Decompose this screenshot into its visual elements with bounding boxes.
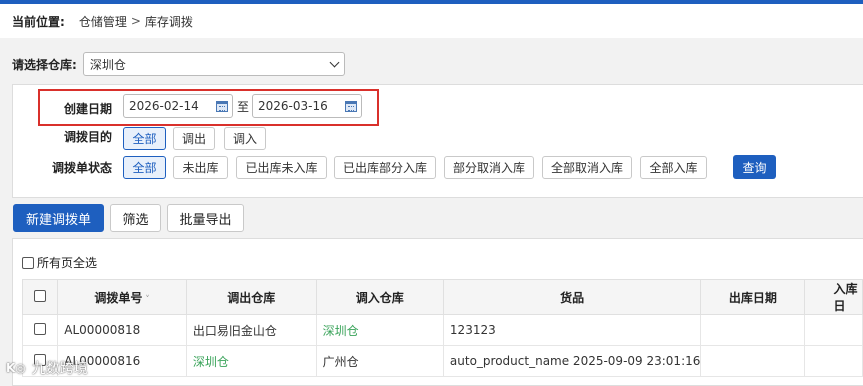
column-header-from: 调出仓库 [185,279,317,315]
filter-button[interactable]: 筛选 [110,204,161,232]
breadcrumb-item-transfer: 库存调拨 [144,14,193,29]
purpose-option-in[interactable]: 调入 [224,127,266,150]
row-goods: 123123 [442,314,702,346]
column-header-in-date: 入库日 [804,279,863,315]
status-option-all-cancel[interactable]: 全部取消入库 [542,156,632,179]
column-header-to: 调入仓库 [315,279,444,315]
highlight-box [38,89,379,126]
row-in-date [804,314,863,346]
row-id[interactable]: AL00000818 [57,314,187,346]
select-all-pages[interactable]: 所有页全选 [22,254,97,271]
status-option-out-partial-in[interactable]: 已出库部分入库 [334,156,436,179]
row-from: 出口易旧金山仓 [185,314,317,346]
column-header-id[interactable]: 调拨单号 ˅ [57,279,187,315]
column-header-out-date: 出库日期 [700,279,806,315]
status-option-all[interactable]: 全部 [123,156,166,179]
new-transfer-button[interactable]: 新建调拨单 [13,204,104,232]
query-button[interactable]: 查询 [733,155,776,179]
warehouse-label: 请选择仓库: [12,57,77,72]
status-label: 调拨单状态 [51,161,112,175]
column-header-goods: 货品 [442,279,702,315]
table-header-row: 调拨单号 ˅ 调出仓库 调入仓库 货品 出库日期 入库日 [21,279,863,315]
transfer-table: 调拨单号 ˅ 调出仓库 调入仓库 货品 出库日期 入库日 AL00000818 … [21,279,863,377]
row-to: 广州仓 [315,345,444,377]
row-from: 深圳仓 [185,345,317,377]
warehouse-selected-value: 深圳仓 [89,57,126,72]
row-goods: auto_product_name 2025-09-09 23:01:16 [442,345,702,377]
watermark-logo-icon: K◎ [6,361,26,375]
warehouse-row: 请选择仓库: 深圳仓 [0,48,863,80]
watermark-text: 九数跨境 [31,361,88,377]
purpose-option-all[interactable]: 全部 [123,127,166,150]
warehouse-select[interactable]: 深圳仓 [82,52,345,76]
breadcrumb-item-storage[interactable]: 仓储管理 [79,13,127,30]
breadcrumb-separator: > [130,14,141,28]
header-checkbox-cell[interactable] [21,279,59,315]
row-out-date [700,314,806,346]
status-option-partial-cancel[interactable]: 部分取消入库 [444,156,534,179]
batch-export-button[interactable]: 批量导出 [167,204,244,232]
table-row[interactable]: AL00000816 深圳仓 广州仓 auto_product_name 202… [21,345,863,377]
sort-icon[interactable]: ˅ [142,295,150,305]
purpose-label: 调拨目的 [63,130,112,144]
status-option-not-out[interactable]: 未出库 [173,156,228,179]
row-checkbox[interactable] [34,322,47,335]
chevron-down-icon [329,57,340,67]
row-to: 深圳仓 [315,314,444,346]
select-all-pages-checkbox[interactable] [22,256,34,269]
status-option-out-not-in[interactable]: 已出库未入库 [236,156,327,179]
status-option-all-in[interactable]: 全部入库 [640,156,707,179]
breadcrumb-label: 当前位置: [12,14,65,29]
row-in-date [804,345,863,377]
select-all-pages-label: 所有页全选 [37,256,98,270]
watermark: K◎ 九数跨境 [6,358,88,378]
purpose-option-out[interactable]: 调出 [173,127,215,150]
header-checkbox[interactable] [34,289,47,302]
table-row[interactable]: AL00000818 出口易旧金山仓 深圳仓 123123 [21,314,863,346]
breadcrumb: 当前位置: 仓储管理 > 库存调拨 [0,4,863,38]
row-out-date [700,345,806,377]
